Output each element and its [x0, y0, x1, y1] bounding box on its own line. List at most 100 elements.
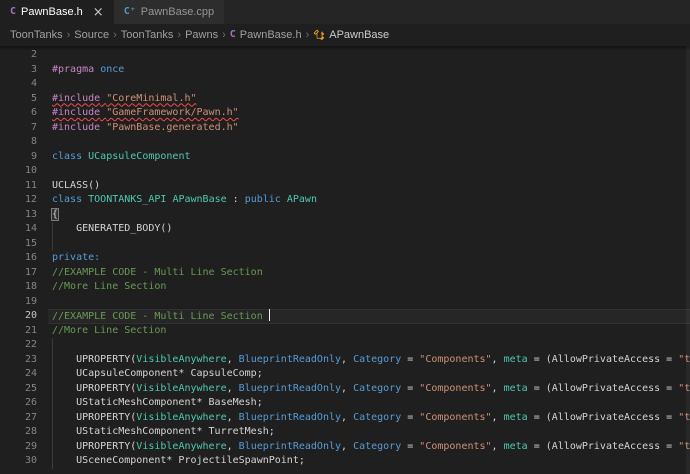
line-number[interactable]: 16: [0, 251, 37, 266]
code-line[interactable]: 6 #include "GameFramework/Pawn.h": [0, 106, 690, 121]
code-line[interactable]: 16private:: [0, 251, 690, 266]
code-token: UCapsuleComponent* CapsuleComp;: [52, 368, 263, 379]
code-line[interactable]: 29 UPROPERTY(VisibleAnywhere, BlueprintR…: [0, 440, 690, 455]
line-number[interactable]: 11: [0, 179, 37, 194]
breadcrumb-item-file[interactable]: C PawnBase.h: [230, 29, 302, 41]
code-lines: 23#pragma once45#include "CoreMinimal.h"…: [0, 48, 690, 469]
code-line[interactable]: 17//EXAMPLE CODE - Multi Line Section: [0, 266, 690, 281]
code-line[interactable]: 21 //More Line Section: [0, 324, 690, 339]
code-line[interactable]: 14 GENERATED_BODY(): [0, 222, 690, 237]
code-token: =: [401, 441, 419, 452]
breadcrumb-item-toontanks[interactable]: ToonTanks: [10, 29, 63, 41]
code-line[interactable]: 8: [0, 135, 690, 150]
line-number[interactable]: 7: [0, 121, 37, 136]
code-token: "GameFramework/Pawn.h": [106, 107, 238, 118]
line-number[interactable]: 12: [0, 193, 37, 208]
line-number[interactable]: 23: [0, 353, 37, 368]
code-token: ,: [227, 441, 239, 452]
line-number[interactable]: 17: [0, 266, 37, 281]
code-line[interactable]: 15: [0, 237, 690, 252]
breadcrumb-item-toontanks2[interactable]: ToonTanks: [121, 29, 174, 41]
code-token: ,: [492, 383, 504, 394]
code-line[interactable]: 4: [0, 77, 690, 92]
code-text: UPROPERTY(VisibleAnywhere, BlueprintRead…: [52, 411, 690, 426]
code-token: "Components": [419, 383, 491, 394]
code-line[interactable]: 10: [0, 164, 690, 179]
line-number[interactable]: 22: [0, 338, 37, 353]
code-line[interactable]: 12 class TOONTANKS_API APawnBase : public…: [0, 193, 690, 208]
code-token: = (AllowPrivateAccess =: [528, 354, 679, 365]
breadcrumb-symbol-label: APawnBase: [329, 29, 389, 41]
line-number[interactable]: 9: [0, 150, 37, 165]
code-token: //More Line Section: [52, 281, 166, 292]
code-line[interactable]: 28 UStaticMeshComponent* TurretMesh;: [0, 425, 690, 440]
code-line[interactable]: 22: [0, 338, 690, 353]
code-line[interactable]: 9 class UCapsuleComponent: [0, 150, 690, 165]
line-number[interactable]: 25: [0, 382, 37, 397]
line-number[interactable]: 5: [0, 92, 37, 107]
cpp-file-icon: C⁺: [124, 7, 136, 17]
code-text: class UCapsuleComponent: [52, 150, 191, 165]
line-number[interactable]: 8: [0, 135, 37, 150]
code-line[interactable]: 30 USceneComponent* ProjectileSpawnPoint…: [0, 454, 690, 469]
line-number[interactable]: 30: [0, 454, 37, 469]
code-token: VisibleAnywhere: [136, 354, 226, 365]
tab-pawnbase-h[interactable]: C PawnBase.h ×: [0, 0, 114, 24]
code-token: UPROPERTY(: [52, 441, 136, 452]
line-number[interactable]: 15: [0, 237, 37, 252]
line-number[interactable]: 29: [0, 440, 37, 455]
code-line[interactable]: 27 UPROPERTY(VisibleAnywhere, BlueprintR…: [0, 411, 690, 426]
line-number[interactable]: 18: [0, 280, 37, 295]
code-token: class: [52, 151, 82, 162]
code-line[interactable]: 23 UPROPERTY(VisibleAnywhere, BlueprintR…: [0, 353, 690, 368]
tab-pawnbase-cpp[interactable]: C⁺ PawnBase.cpp: [114, 0, 224, 24]
code-text: //More Line Section: [52, 324, 166, 339]
line-number[interactable]: 26: [0, 396, 37, 411]
code-line[interactable]: 13 {: [0, 208, 690, 223]
line-number[interactable]: 3: [0, 63, 37, 78]
line-number[interactable]: 24: [0, 367, 37, 382]
code-line[interactable]: 11UCLASS(): [0, 179, 690, 194]
line-number[interactable]: 6: [0, 106, 37, 121]
code-token: =: [401, 383, 419, 394]
code-text: class TOONTANKS_API APawnBase : public A…: [52, 193, 317, 208]
code-text: #include "GameFramework/Pawn.h": [52, 106, 239, 121]
line-number[interactable]: 2: [0, 48, 37, 63]
line-number[interactable]: 21: [0, 324, 37, 339]
code-token: "Components": [419, 354, 491, 365]
code-token: GENERATED_BODY(): [52, 223, 172, 234]
breadcrumb-item-source[interactable]: Source: [74, 29, 109, 41]
code-token: Category: [353, 441, 401, 452]
code-line[interactable]: 18 //More Line Section: [0, 280, 690, 295]
chevron-right-icon: ›: [177, 29, 181, 41]
code-line[interactable]: 5#include "CoreMinimal.h": [0, 92, 690, 107]
breadcrumb-item-pawns[interactable]: Pawns: [185, 29, 218, 41]
code-line[interactable]: 24 UCapsuleComponent* CapsuleComp;: [0, 367, 690, 382]
code-line[interactable]: 7#include "PawnBase.generated.h": [0, 121, 690, 136]
line-number[interactable]: 20: [0, 309, 37, 324]
code-token: ,: [341, 412, 353, 423]
line-number[interactable]: 10: [0, 164, 37, 179]
code-line[interactable]: 20//EXAMPLE CODE - Multi Line Section: [0, 309, 690, 324]
breadcrumb: ToonTanks › Source › ToonTanks › Pawns ›…: [0, 24, 690, 46]
scrollbar[interactable]: [686, 46, 690, 474]
code-editor[interactable]: 23#pragma once45#include "CoreMinimal.h"…: [0, 46, 690, 474]
line-number[interactable]: 19: [0, 295, 37, 310]
code-token: VisibleAnywhere: [136, 441, 226, 452]
code-text: GENERATED_BODY(): [52, 222, 172, 237]
line-number[interactable]: 27: [0, 411, 37, 426]
line-number[interactable]: 13: [0, 208, 37, 223]
code-text: USceneComponent* ProjectileSpawnPoint;: [52, 454, 305, 469]
code-token: meta: [504, 412, 528, 423]
code-line[interactable]: 26 UStaticMeshComponent* BaseMesh;: [0, 396, 690, 411]
line-number[interactable]: 4: [0, 77, 37, 92]
breadcrumb-item-symbol[interactable]: APawnBase: [313, 29, 389, 41]
code-line[interactable]: 19: [0, 295, 690, 310]
line-number[interactable]: 28: [0, 425, 37, 440]
code-token: {: [52, 209, 58, 220]
code-line[interactable]: 2: [0, 48, 690, 63]
code-line[interactable]: 25 UPROPERTY(VisibleAnywhere, BlueprintR…: [0, 382, 690, 397]
close-icon[interactable]: ×: [93, 6, 104, 19]
code-line[interactable]: 3#pragma once: [0, 63, 690, 78]
line-number[interactable]: 14: [0, 222, 37, 237]
